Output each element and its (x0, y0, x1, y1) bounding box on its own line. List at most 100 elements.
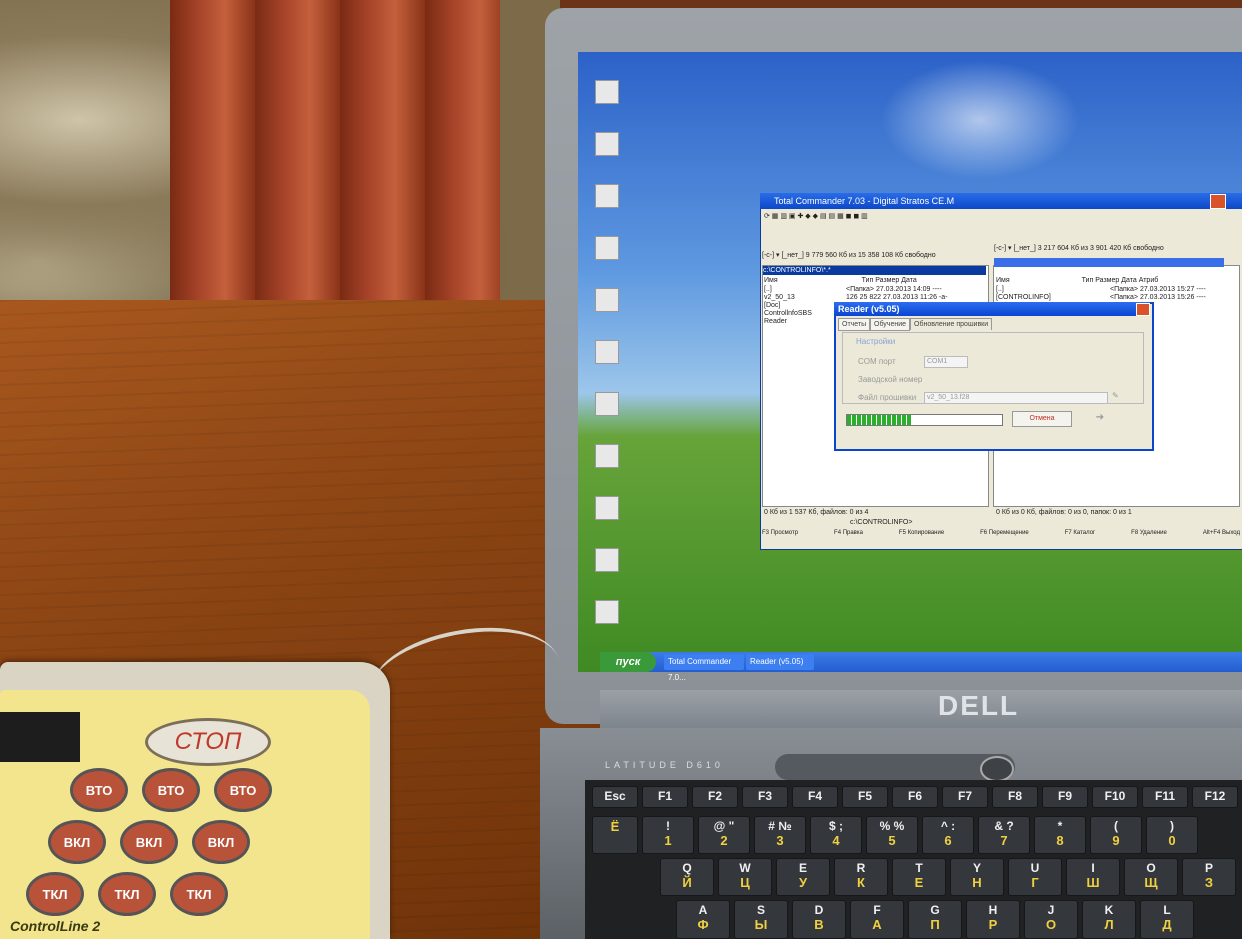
fn-button-exit[interactable]: Alt+F4 Выход (1203, 530, 1240, 544)
tc-left-path[interactable]: c:\CONTROLINFO\*.* (763, 266, 986, 275)
fn-key[interactable]: F11 (1142, 786, 1188, 808)
fn-key[interactable]: F4 (792, 786, 838, 808)
power-icon[interactable] (980, 756, 1014, 782)
key-number[interactable]: (9 (1090, 816, 1142, 854)
cancel-button[interactable]: Отмена (1012, 411, 1072, 427)
fn-button-copy[interactable]: F5 Копирование (899, 530, 944, 544)
key-letter[interactable]: EУ (776, 858, 830, 896)
key-letter[interactable]: LД (1140, 900, 1194, 939)
fn-key[interactable]: F1 (642, 786, 688, 808)
key-letter[interactable]: YН (950, 858, 1004, 896)
desktop-icon[interactable] (582, 548, 632, 574)
list-item[interactable]: ControllnfoSBS (764, 310, 834, 318)
fn-key[interactable]: F12 (1192, 786, 1238, 808)
list-item[interactable]: [..] (996, 286, 1086, 294)
device-key[interactable]: ВКЛ (120, 820, 178, 864)
fn-key[interactable]: F9 (1042, 786, 1088, 808)
media-buttons[interactable] (775, 754, 1015, 780)
col-type[interactable]: Тип (862, 277, 874, 284)
device-key[interactable]: ВТО (214, 768, 272, 812)
col-attr[interactable]: Атриб (1139, 277, 1159, 284)
col-size[interactable]: Размер (1095, 277, 1119, 284)
col-size[interactable]: Размер (875, 277, 899, 284)
fn-button-move[interactable]: F6 Перемещение (980, 530, 1029, 544)
key-letter[interactable]: QЙ (660, 858, 714, 896)
key-letter[interactable]: WЦ (718, 858, 772, 896)
device-key[interactable]: ВКЛ (48, 820, 106, 864)
fn-key[interactable]: F10 (1092, 786, 1138, 808)
list-item[interactable]: [CONTROLINFO] (996, 294, 1086, 302)
desktop-icon[interactable] (582, 392, 632, 418)
key-letter[interactable]: PЗ (1182, 858, 1236, 896)
key-letter[interactable]: GП (908, 900, 962, 939)
key-letter[interactable]: SЫ (734, 900, 788, 939)
key-letter[interactable]: DВ (792, 900, 846, 939)
fn-button-view[interactable]: F3 Просмотр (762, 530, 798, 544)
close-icon[interactable] (1210, 194, 1226, 209)
key-letter[interactable]: JО (1024, 900, 1078, 939)
taskbar-item-reader[interactable]: Reader (v5.05) (746, 654, 814, 670)
list-item[interactable]: v2_50_13 (764, 294, 834, 302)
key-letter[interactable]: UГ (1008, 858, 1062, 896)
key-number[interactable]: & ? 7 (978, 816, 1030, 854)
col-date[interactable]: Дата (1121, 277, 1137, 284)
key-letter[interactable]: FА (850, 900, 904, 939)
desktop-icon[interactable] (582, 132, 632, 158)
reader-title[interactable]: Reader (v5.05) (834, 302, 1150, 316)
fn-button-mkdir[interactable]: F7 Каталог (1065, 530, 1095, 544)
desktop-icon[interactable] (582, 184, 632, 210)
device-key[interactable]: ВКЛ (192, 820, 250, 864)
device-key[interactable]: ВТО (142, 768, 200, 812)
col-name[interactable]: Имя (996, 277, 1010, 284)
key-number[interactable]: $ ; 4 (810, 816, 862, 854)
fn-key[interactable]: F5 (842, 786, 888, 808)
key-letter[interactable]: IШ (1066, 858, 1120, 896)
key-letter[interactable]: OЩ (1124, 858, 1178, 896)
com-port-select[interactable]: COM1 (924, 356, 968, 368)
key-number[interactable]: ! 1 (642, 816, 694, 854)
tab-reports[interactable]: Отчеты (838, 318, 871, 331)
fn-key[interactable]: F7 (942, 786, 988, 808)
key-letter[interactable]: RК (834, 858, 888, 896)
start-button[interactable]: пуск (600, 652, 656, 672)
list-item[interactable]: [Doc] (764, 302, 834, 310)
key-letter[interactable]: HР (966, 900, 1020, 939)
key-letter[interactable]: KЛ (1082, 900, 1136, 939)
tc-left-drive[interactable]: [-c-] ▾ [_нет_] 9 779 560 Кб из 15 358 1… (762, 251, 987, 259)
device-key[interactable]: ТКЛ (98, 872, 156, 916)
tc-right-path[interactable] (994, 258, 1224, 267)
stop-button[interactable]: СТОП (145, 718, 271, 766)
desktop-icon[interactable] (582, 600, 632, 626)
arrow-right-icon[interactable]: ➔ (1088, 412, 1112, 425)
desktop-icon[interactable] (582, 340, 632, 366)
key-letter[interactable]: AФ (676, 900, 730, 939)
col-type[interactable]: Тип (1082, 277, 1094, 284)
tc-right-drive[interactable]: [-c-] ▾ [_нет_] 3 217 604 Кб из 3 901 42… (994, 244, 1239, 252)
list-item[interactable]: Reader (764, 318, 834, 326)
close-icon[interactable] (1136, 303, 1150, 316)
taskbar-item-total-commander[interactable]: Total Commander 7.0... (664, 654, 744, 682)
fn-key[interactable]: F3 (742, 786, 788, 808)
desktop-icon[interactable] (582, 236, 632, 262)
key-letter[interactable]: TЕ (892, 858, 946, 896)
firmware-file-field[interactable]: v2_50_13.f28 (924, 392, 1108, 404)
list-item[interactable]: [..] (764, 286, 834, 294)
device-key[interactable]: ТКЛ (170, 872, 228, 916)
key-tilde[interactable]: Ё (592, 816, 638, 854)
fn-button-edit[interactable]: F4 Правка (834, 530, 863, 544)
col-name[interactable]: Имя (764, 277, 778, 284)
desktop-icon[interactable] (582, 496, 632, 522)
device-key[interactable]: ТКЛ (26, 872, 84, 916)
total-commander-title[interactable]: Total Commander 7.03 - Digital Stratos C… (760, 193, 1242, 209)
fn-button-delete[interactable]: F8 Удаление (1131, 530, 1167, 544)
desktop-icon[interactable] (582, 80, 632, 106)
key-number[interactable]: * 8 (1034, 816, 1086, 854)
tab-firmware-update[interactable]: Обновление прошивки (910, 318, 993, 330)
desktop-icon[interactable] (582, 288, 632, 314)
col-date[interactable]: Дата (901, 277, 917, 284)
fn-key[interactable]: F2 (692, 786, 738, 808)
fn-key[interactable]: Esc (592, 786, 638, 808)
key-number[interactable]: # № 3 (754, 816, 806, 854)
tc-command-line[interactable]: c:\CONTROLINFO> (850, 519, 1150, 526)
folder-open-icon[interactable]: ✎ (1112, 391, 1119, 400)
